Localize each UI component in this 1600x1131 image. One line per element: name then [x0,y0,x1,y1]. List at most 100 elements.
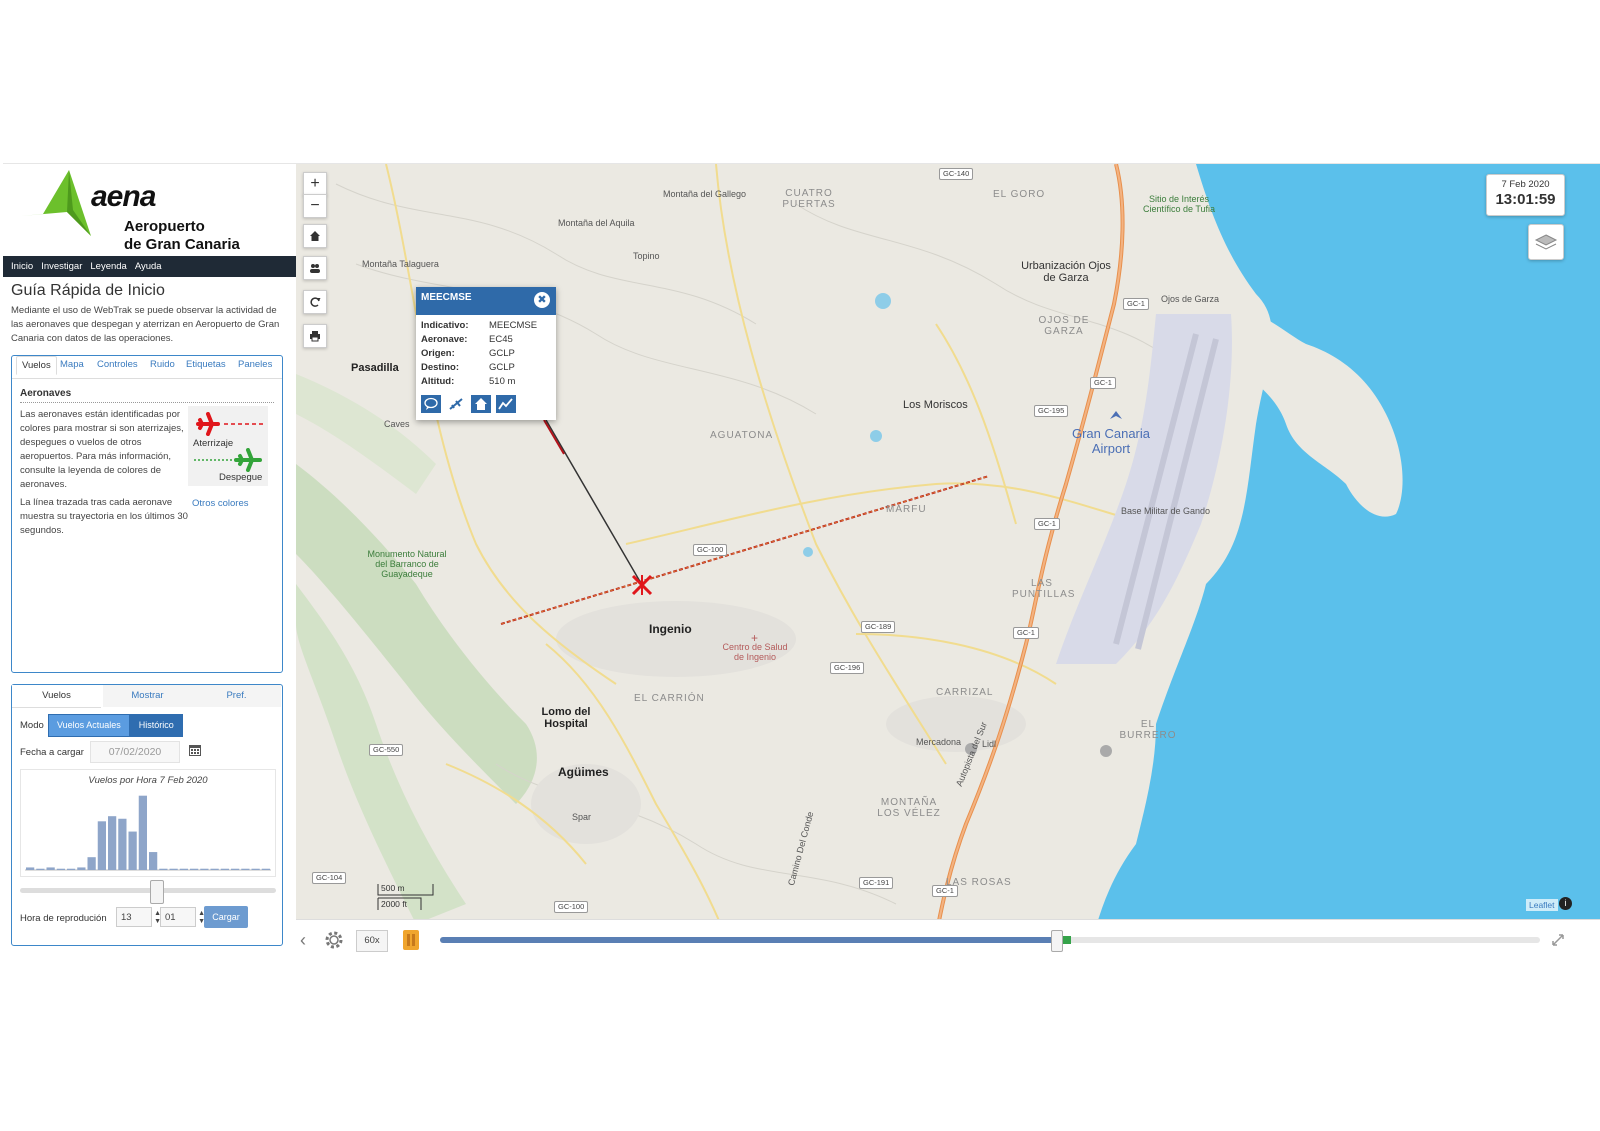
info-icon[interactable]: i [1559,897,1572,910]
zoom-out-button[interactable]: − [303,194,327,218]
popup-header: MEECMSE ✖ [416,287,556,315]
house-icon[interactable] [471,395,491,413]
popup-key: Aeronave: [421,334,468,345]
guide-title: Guía Rápida de Inicio [11,282,165,299]
ctrl-tab-vuelos[interactable]: Vuelos [12,685,101,708]
locate-button[interactable] [303,256,327,280]
clock-display: 7 Feb 2020 13:01:59 [1486,174,1565,216]
chart-bar-hour-10 [128,831,137,870]
layers-icon [1534,234,1558,250]
logo: aena Aeropuerto de Gran Canaria [3,164,296,256]
area-label: MONTAÑA LOS VÉLEZ [877,797,941,819]
road-shield: GC-195 [1034,405,1069,417]
chart-bar-hour-0 [26,867,35,870]
nav-investigar[interactable]: Investigar [41,256,82,277]
ctrl-tab-mostrar[interactable]: Mostrar [103,685,192,707]
road-shield: GC-191 [859,877,894,889]
chart-bar-hour-15 [179,868,188,870]
info-tab-vuelos[interactable]: Vuelos [16,356,57,375]
calendar-icon[interactable] [188,743,202,757]
ctrl-tab-pref[interactable]: Pref. [192,685,281,707]
road-shield: GC-189 [861,621,896,633]
back-chevron-icon[interactable]: ‹ [300,930,306,951]
scale-metric: 500 m [381,883,405,893]
chart-bar-hour-20 [231,868,240,870]
popup-title: MEECMSE [421,292,472,303]
control-panel: Vuelos Mostrar Pref. Modo Vuelos Actuale… [11,684,283,946]
load-button[interactable]: Cargar [204,906,248,928]
comment-icon[interactable] [421,395,441,413]
map[interactable]: + Montaña del Gallego CUATRO PUERTAS EL … [296,164,1600,965]
chart-bar-hour-8 [108,816,117,870]
timeline-thumb[interactable] [1051,930,1063,952]
expand-icon[interactable] [1550,932,1566,948]
playback-bar: ‹ 60x [296,919,1600,966]
nav-leyenda[interactable]: Leyenda [90,256,126,277]
road-shield: GC-550 [369,744,404,756]
chart-bar-hour-23 [261,868,270,870]
info-tab-etiquetas[interactable]: Etiquetas [186,359,226,370]
minute-stepper[interactable]: 01 ▲ ▼ [160,907,205,927]
info-tabs: Vuelos Mapa Controles Ruido Etiquetas Pa… [12,356,282,379]
section-heading: Aeronaves [20,388,72,399]
info-tab-ruido[interactable]: Ruido [150,359,175,370]
control-tabs: Vuelos Mostrar Pref. [12,685,282,708]
attribution-link[interactable]: Leaflet [1526,899,1558,911]
place-label: Caves [384,419,410,429]
info-tab-paneles[interactable]: Paneles [238,359,272,370]
area-label: LAS PUNTILLAS [1012,578,1076,600]
chart-bar-hour-12 [149,852,158,870]
place-label: Ojos de Garza [1161,294,1220,304]
home-button[interactable] [303,224,327,248]
info-panel: Vuelos Mapa Controles Ruido Etiquetas Pa… [11,355,283,673]
refresh-button[interactable] [303,290,327,314]
popup-close-icon[interactable]: ✖ [534,292,550,308]
info-tab-mapa[interactable]: Mapa [60,359,84,370]
date-input[interactable] [90,741,180,763]
mode-toggle: Vuelos Actuales Histórico [48,714,183,737]
popup-key: Origen: [421,348,455,359]
airplane-icon[interactable] [446,395,466,413]
print-icon [310,331,320,342]
place-label: Ingenio [649,622,692,636]
section-text-trail: La línea trazada tras cada aeronave mues… [20,497,188,536]
clock-date: 7 Feb 2020 [1501,179,1550,190]
pause-button[interactable] [403,930,419,950]
other-colors-link[interactable]: Otros colores [192,498,249,509]
sidebar: aena Aeropuerto de Gran Canaria Inicio In… [3,164,297,965]
chart-icon[interactable] [496,395,516,413]
print-button[interactable] [303,324,327,348]
chart-bar-hour-17 [200,868,209,870]
speed-button[interactable]: 60x [356,930,388,952]
chart-bar-hour-1 [36,868,45,870]
mode-history-button[interactable]: Histórico [129,714,183,737]
timeline-slider[interactable] [440,930,1540,952]
hour-slider-thumb[interactable] [149,880,164,904]
popup-value: MEECMSE [489,320,538,331]
area-label: OJOS DE GARZA [1038,315,1090,337]
map-scale: 500 m 2000 ft [376,882,436,912]
nav-ayuda[interactable]: Ayuda [135,256,162,277]
zoom-in-button[interactable]: + [303,172,327,196]
chart-bar-hour-9 [118,818,127,870]
road-shield: GC-104 [312,872,347,884]
hour-slider[interactable] [20,880,276,904]
gear-icon[interactable] [322,928,346,952]
layers-button[interactable] [1528,224,1564,260]
chart-bar-hour-13 [159,868,168,870]
arrival-plane-icon [196,412,266,436]
road-shield: GC-140 [939,168,974,180]
info-tab-controles[interactable]: Controles [97,359,138,370]
mode-current-button[interactable]: Vuelos Actuales [48,714,130,737]
chart-bar-hour-14 [169,868,178,870]
section-divider [20,402,274,403]
nav-inicio[interactable]: Inicio [11,256,33,277]
chart-plot [25,795,271,871]
popup-row: Origen: GCLP [421,348,515,359]
hour-stepper[interactable]: 13 ▲ ▼ [116,907,161,927]
aena-logo-icon [21,170,91,236]
home-icon [310,231,320,241]
place-label: Montaña del Gallego [663,189,747,199]
place-label: Urbanización Ojos de Garza [1021,260,1111,284]
place-label: Mercadona [916,737,962,747]
